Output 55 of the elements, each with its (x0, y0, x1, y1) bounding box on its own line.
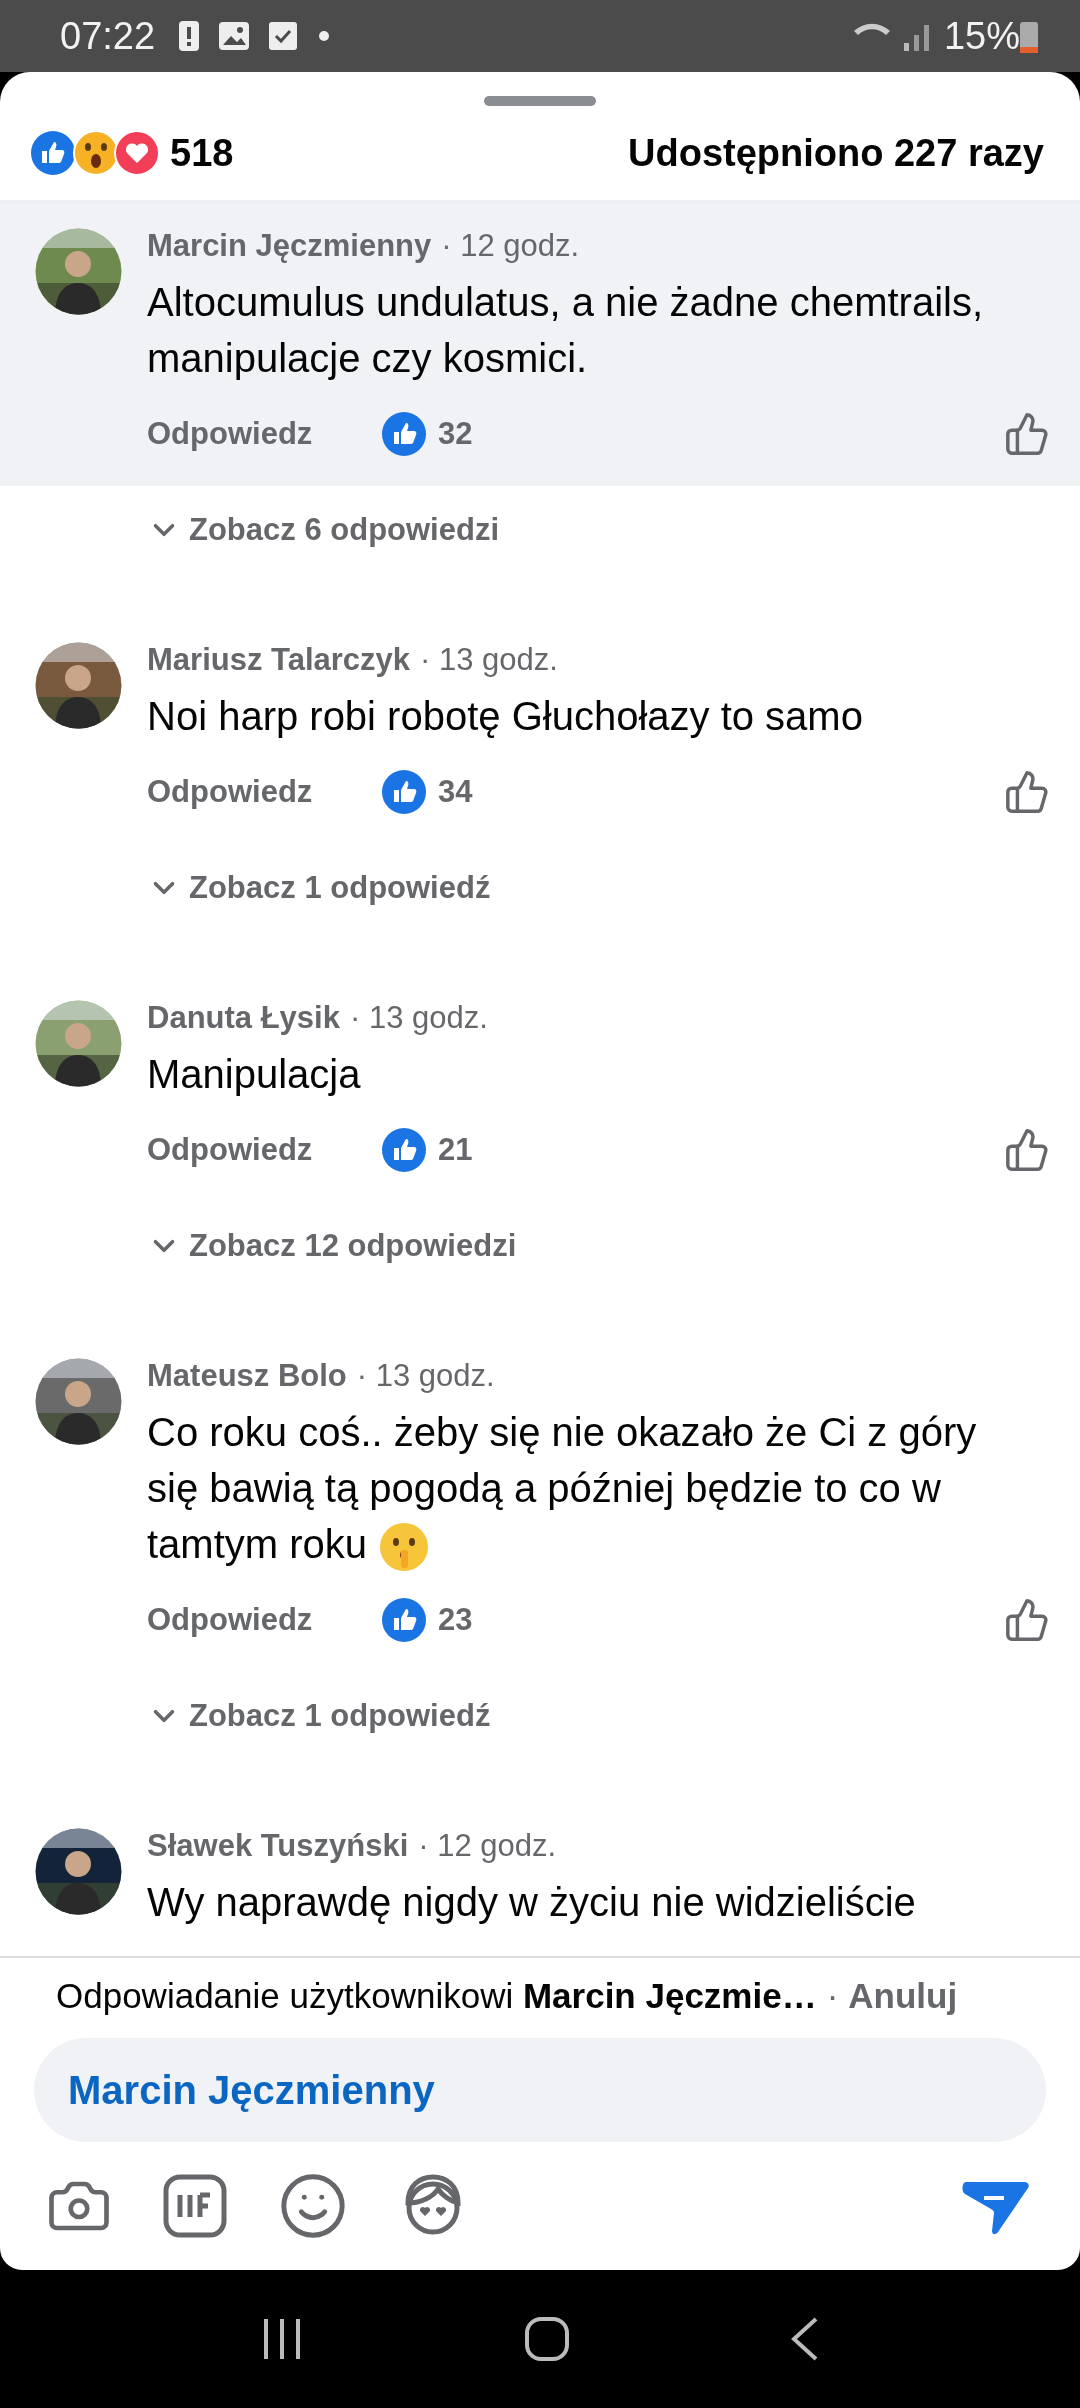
like-icon[interactable] (1004, 769, 1050, 815)
separator-dot: · (826, 1976, 839, 2016)
comment-field[interactable]: Marcin Jęczmienny (34, 2038, 1046, 2142)
comment-time: · 12 godz. (418, 1828, 557, 1865)
comment-time: · 13 godz. (349, 1000, 488, 1036)
comment-text: Altocumulus undulatus, a nie żadne chemtrails, manipulacje czy kosmici. (147, 279, 984, 382)
shares-count[interactable]: Udostępniono 227 razy (628, 131, 1044, 175)
like-reaction-icon (382, 412, 426, 456)
comment-text: Manipulacja (147, 1051, 362, 1098)
like-reaction-icon (382, 1598, 426, 1643)
like-count: 32 (438, 416, 473, 452)
battery-percentage: 15% (943, 14, 1020, 58)
image-icon (219, 22, 250, 50)
like-reaction-icon (382, 770, 426, 814)
clock: 07:22 (60, 14, 156, 58)
smiley-icon[interactable] (278, 2171, 348, 2241)
checkbox-icon (269, 22, 298, 50)
reactions-count[interactable]: 518 (170, 131, 234, 175)
reply-button[interactable]: Odpowiedz (147, 416, 382, 452)
gif-icon[interactable] (162, 2173, 228, 2239)
replying-to-text: Odpowiadanie użytkownikowi Marcin Jęczmie… (56, 1976, 817, 2016)
comment-text: Noi harp robi robotę Głuchołazy to samo (147, 693, 864, 740)
reactions-icon (30, 130, 160, 176)
comment-time: · 12 godz. (441, 228, 580, 264)
view-replies-link[interactable]: Zobacz 1 odpowiedź (147, 870, 491, 906)
comment-text: Wy naprawdę nigdy w życiu nie widzieliście (147, 1879, 917, 1927)
reply-button[interactable]: Odpowiedz (147, 1132, 382, 1168)
comment-author[interactable]: Mariusz Talarczyk (147, 642, 411, 678)
like-reaction-icon (382, 1128, 426, 1172)
like-count: 21 (438, 1132, 473, 1168)
comment-author[interactable]: Danuta Łysik (147, 1000, 340, 1036)
drag-handle[interactable] (484, 96, 596, 106)
like-count: 23 (438, 1602, 473, 1639)
cancel-button[interactable]: Anuluj (848, 1976, 958, 2016)
reply-button[interactable]: Odpowiedz (147, 774, 382, 810)
comment-time: · 13 godz. (356, 1358, 495, 1394)
comment-time: · 13 godz. (420, 642, 558, 678)
back-icon[interactable] (790, 2316, 820, 2362)
comment-author[interactable]: Mateusz Bolo (147, 1358, 347, 1394)
view-replies-link[interactable]: Zobacz 12 odpowiedzi (147, 1228, 517, 1264)
comment-text: Co roku coś.. żeby się nie okazało że Ci z góry się bawią tą pogodą a później będzie to co w tamtym roku (147, 1404, 1007, 1573)
comment-author[interactable]: Marcin Jęczmienny (147, 228, 432, 264)
alert-icon (179, 21, 200, 51)
shushing-face-icon (379, 1522, 430, 1573)
view-replies-link[interactable]: Zobacz 6 odpowiedzi (147, 512, 499, 548)
battery-icon (1020, 19, 1038, 53)
view-replies-link[interactable]: Zobacz 1 odpowiedź (147, 1698, 491, 1735)
like-count: 34 (438, 774, 473, 810)
like-icon[interactable] (1004, 411, 1050, 457)
like-icon[interactable] (1004, 1597, 1050, 1644)
comment-author[interactable]: Sławek Tuszyński (147, 1828, 409, 1865)
like-icon[interactable] (1004, 1127, 1050, 1173)
dot-icon (319, 31, 330, 41)
reply-button[interactable]: Odpowiedz (147, 1602, 382, 1639)
home-icon[interactable] (524, 2316, 570, 2362)
